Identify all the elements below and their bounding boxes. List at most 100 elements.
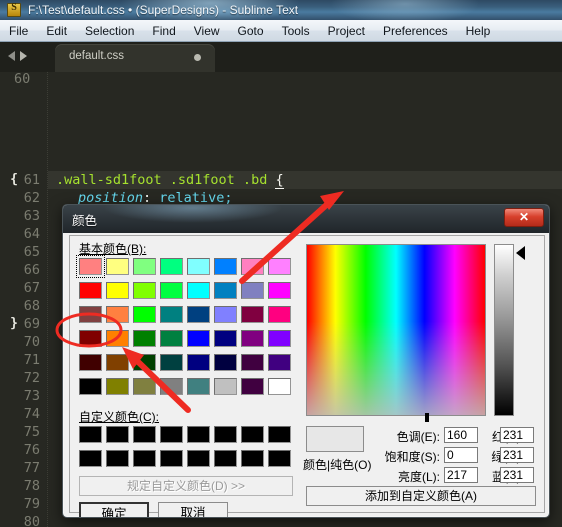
tab-modified-dot-icon[interactable] [194, 54, 201, 61]
cancel-button[interactable]: 取消 [158, 502, 228, 517]
custom-color-swatch-10[interactable] [133, 450, 156, 467]
basic-color-swatch-16[interactable] [79, 306, 102, 323]
fold-marker-61[interactable]: { [8, 171, 20, 189]
basic-color-swatch-15[interactable] [268, 282, 291, 299]
custom-color-swatch-9[interactable] [106, 450, 129, 467]
basic-color-swatch-17[interactable] [106, 306, 129, 323]
luminance-slider-marker-icon[interactable] [516, 246, 525, 260]
menu-item-selection[interactable]: Selection [76, 21, 143, 41]
custom-color-swatch-12[interactable] [187, 450, 210, 467]
basic-color-swatch-34[interactable] [133, 354, 156, 371]
basic-color-swatch-19[interactable] [160, 306, 183, 323]
custom-color-swatch-11[interactable] [160, 450, 183, 467]
custom-color-swatch-2[interactable] [133, 426, 156, 443]
tab-default-css[interactable]: default.css [55, 44, 215, 72]
custom-color-swatch-14[interactable] [241, 450, 264, 467]
custom-color-swatch-4[interactable] [187, 426, 210, 443]
basic-color-swatch-26[interactable] [133, 330, 156, 347]
basic-color-swatch-12[interactable] [187, 282, 210, 299]
sublime-text-icon [7, 2, 21, 17]
tab-next-arrow-icon[interactable] [20, 51, 27, 61]
basic-color-swatch-9[interactable] [106, 282, 129, 299]
ok-button[interactable]: 确定 [79, 502, 149, 517]
basic-colors-label: 基本颜色(B): [79, 242, 147, 256]
menu-item-view[interactable]: View [185, 21, 229, 41]
color-preview-swatch [306, 426, 364, 452]
basic-color-swatch-39[interactable] [268, 354, 291, 371]
basic-color-swatch-1[interactable] [106, 258, 129, 275]
tab-prev-arrow-icon[interactable] [8, 51, 15, 61]
menu-item-tools[interactable]: Tools [273, 21, 319, 41]
basic-color-swatch-41[interactable] [106, 378, 129, 395]
menu-item-find[interactable]: Find [143, 21, 184, 41]
custom-color-swatch-7[interactable] [268, 426, 291, 443]
basic-color-swatch-29[interactable] [214, 330, 237, 347]
spectrum-cursor-icon[interactable] [425, 413, 429, 422]
custom-color-swatch-15[interactable] [268, 450, 291, 467]
basic-color-swatch-0[interactable] [76, 255, 105, 278]
basic-color-swatch-30[interactable] [241, 330, 264, 347]
basic-color-swatch-11[interactable] [160, 282, 183, 299]
green-input[interactable]: 231 [500, 447, 534, 463]
basic-color-swatch-3[interactable] [160, 258, 183, 275]
basic-color-swatch-42[interactable] [133, 378, 156, 395]
luminance-slider[interactable] [494, 244, 514, 416]
color-spectrum-field[interactable] [306, 244, 486, 422]
basic-color-swatch-20[interactable] [187, 306, 210, 323]
basic-color-swatch-8[interactable] [79, 282, 102, 299]
basic-color-swatch-13[interactable] [214, 282, 237, 299]
basic-color-swatch-23[interactable] [268, 306, 291, 323]
custom-color-swatch-6[interactable] [241, 426, 264, 443]
basic-color-swatch-37[interactable] [214, 354, 237, 371]
basic-color-swatch-45[interactable] [214, 378, 237, 395]
fold-marker-69[interactable]: } [8, 315, 20, 333]
menu-item-file[interactable]: File [0, 21, 37, 41]
custom-color-swatch-13[interactable] [214, 450, 237, 467]
basic-color-swatch-47[interactable] [268, 378, 291, 395]
menu-item-preferences[interactable]: Preferences [374, 21, 457, 41]
basic-color-swatch-40[interactable] [79, 378, 102, 395]
basic-colors-grid[interactable] [76, 255, 295, 402]
menu-item-help[interactable]: Help [457, 21, 500, 41]
custom-color-swatch-5[interactable] [214, 426, 237, 443]
custom-color-swatch-3[interactable] [160, 426, 183, 443]
basic-color-swatch-7[interactable] [268, 258, 291, 275]
basic-color-swatch-44[interactable] [187, 378, 210, 395]
close-icon[interactable]: ✕ [504, 208, 544, 227]
menu-item-edit[interactable]: Edit [37, 21, 76, 41]
tab-nav-arrows[interactable] [8, 49, 50, 63]
basic-color-swatch-5[interactable] [214, 258, 237, 275]
line-number-80: 80 [23, 514, 40, 527]
custom-color-swatch-8[interactable] [79, 450, 102, 467]
basic-color-swatch-10[interactable] [133, 282, 156, 299]
blue-input[interactable]: 231 [500, 467, 534, 483]
basic-color-swatch-4[interactable] [187, 258, 210, 275]
basic-color-swatch-36[interactable] [187, 354, 210, 371]
basic-color-swatch-38[interactable] [241, 354, 264, 371]
basic-color-swatch-32[interactable] [79, 354, 102, 371]
basic-color-swatch-25[interactable] [106, 330, 129, 347]
basic-color-swatch-27[interactable] [160, 330, 183, 347]
basic-color-swatch-18[interactable] [133, 306, 156, 323]
color-picker-dialog[interactable]: 颜色 ✕ 基本颜色(B): 自定义颜色(C): 规定自定义颜色(D) >> 确定… [62, 204, 550, 518]
basic-color-swatch-2[interactable] [133, 258, 156, 275]
basic-color-swatch-24[interactable] [79, 330, 102, 347]
basic-color-swatch-28[interactable] [187, 330, 210, 347]
basic-color-swatch-31[interactable] [268, 330, 291, 347]
basic-color-swatch-6[interactable] [241, 258, 264, 275]
basic-color-swatch-35[interactable] [160, 354, 183, 371]
custom-color-swatch-1[interactable] [106, 426, 129, 443]
custom-color-swatch-0[interactable] [79, 426, 102, 443]
basic-color-swatch-43[interactable] [160, 378, 183, 395]
basic-color-swatch-33[interactable] [106, 354, 129, 371]
basic-color-swatch-22[interactable] [241, 306, 264, 323]
add-to-custom-colors-button[interactable]: 添加到自定义颜色(A) [306, 486, 536, 506]
define-custom-colors-button[interactable]: 规定自定义颜色(D) >> [79, 476, 293, 496]
red-input[interactable]: 231 [500, 427, 534, 443]
basic-color-swatch-14[interactable] [241, 282, 264, 299]
basic-color-swatch-46[interactable] [241, 378, 264, 395]
custom-colors-grid[interactable] [79, 426, 295, 470]
menu-item-goto[interactable]: Goto [229, 21, 273, 41]
menu-item-project[interactable]: Project [319, 21, 374, 41]
basic-color-swatch-21[interactable] [214, 306, 237, 323]
